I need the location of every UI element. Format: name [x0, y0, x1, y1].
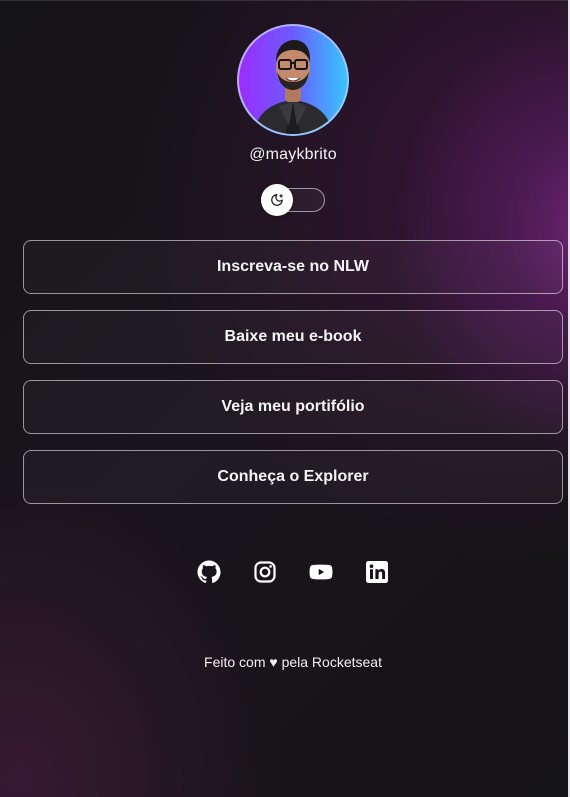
youtube-link[interactable] [309, 560, 333, 584]
avatar-frame [237, 24, 349, 136]
link-nlw-button[interactable]: Inscreva-se no NLW [23, 240, 563, 294]
theme-switch[interactable] [261, 184, 325, 216]
instagram-icon [254, 561, 276, 583]
link-ebook-button[interactable]: Baixe meu e-book [23, 310, 563, 364]
link-list: Inscreva-se no NLW Baixe meu e-book Veja… [23, 240, 563, 520]
link-portfolio-button[interactable]: Veja meu portifólio [23, 380, 563, 434]
profile-container: @maykbrito Inscreva-se no NLW Baixe meu … [23, 0, 563, 670]
avatar [239, 26, 347, 134]
link-explorer-button[interactable]: Conheça o Explorer [23, 450, 563, 504]
linkedin-icon [366, 561, 388, 583]
instagram-link[interactable] [253, 560, 277, 584]
github-icon [197, 560, 221, 584]
list-item: Veja meu portifólio [23, 380, 563, 434]
youtube-icon [309, 564, 333, 580]
theme-switch-knob[interactable] [261, 184, 293, 216]
linkedin-link[interactable] [365, 560, 389, 584]
list-item: Baixe meu e-book [23, 310, 563, 364]
avatar-portrait [253, 40, 333, 134]
profile-handle: @maykbrito [249, 146, 337, 163]
footer-text: Feito com ♥ pela Rocketseat [204, 654, 382, 670]
social-links [197, 560, 389, 584]
list-item: Conheça o Explorer [23, 450, 563, 504]
list-item: Inscreva-se no NLW [23, 240, 563, 294]
github-link[interactable] [197, 560, 221, 584]
moon-icon [271, 194, 283, 206]
